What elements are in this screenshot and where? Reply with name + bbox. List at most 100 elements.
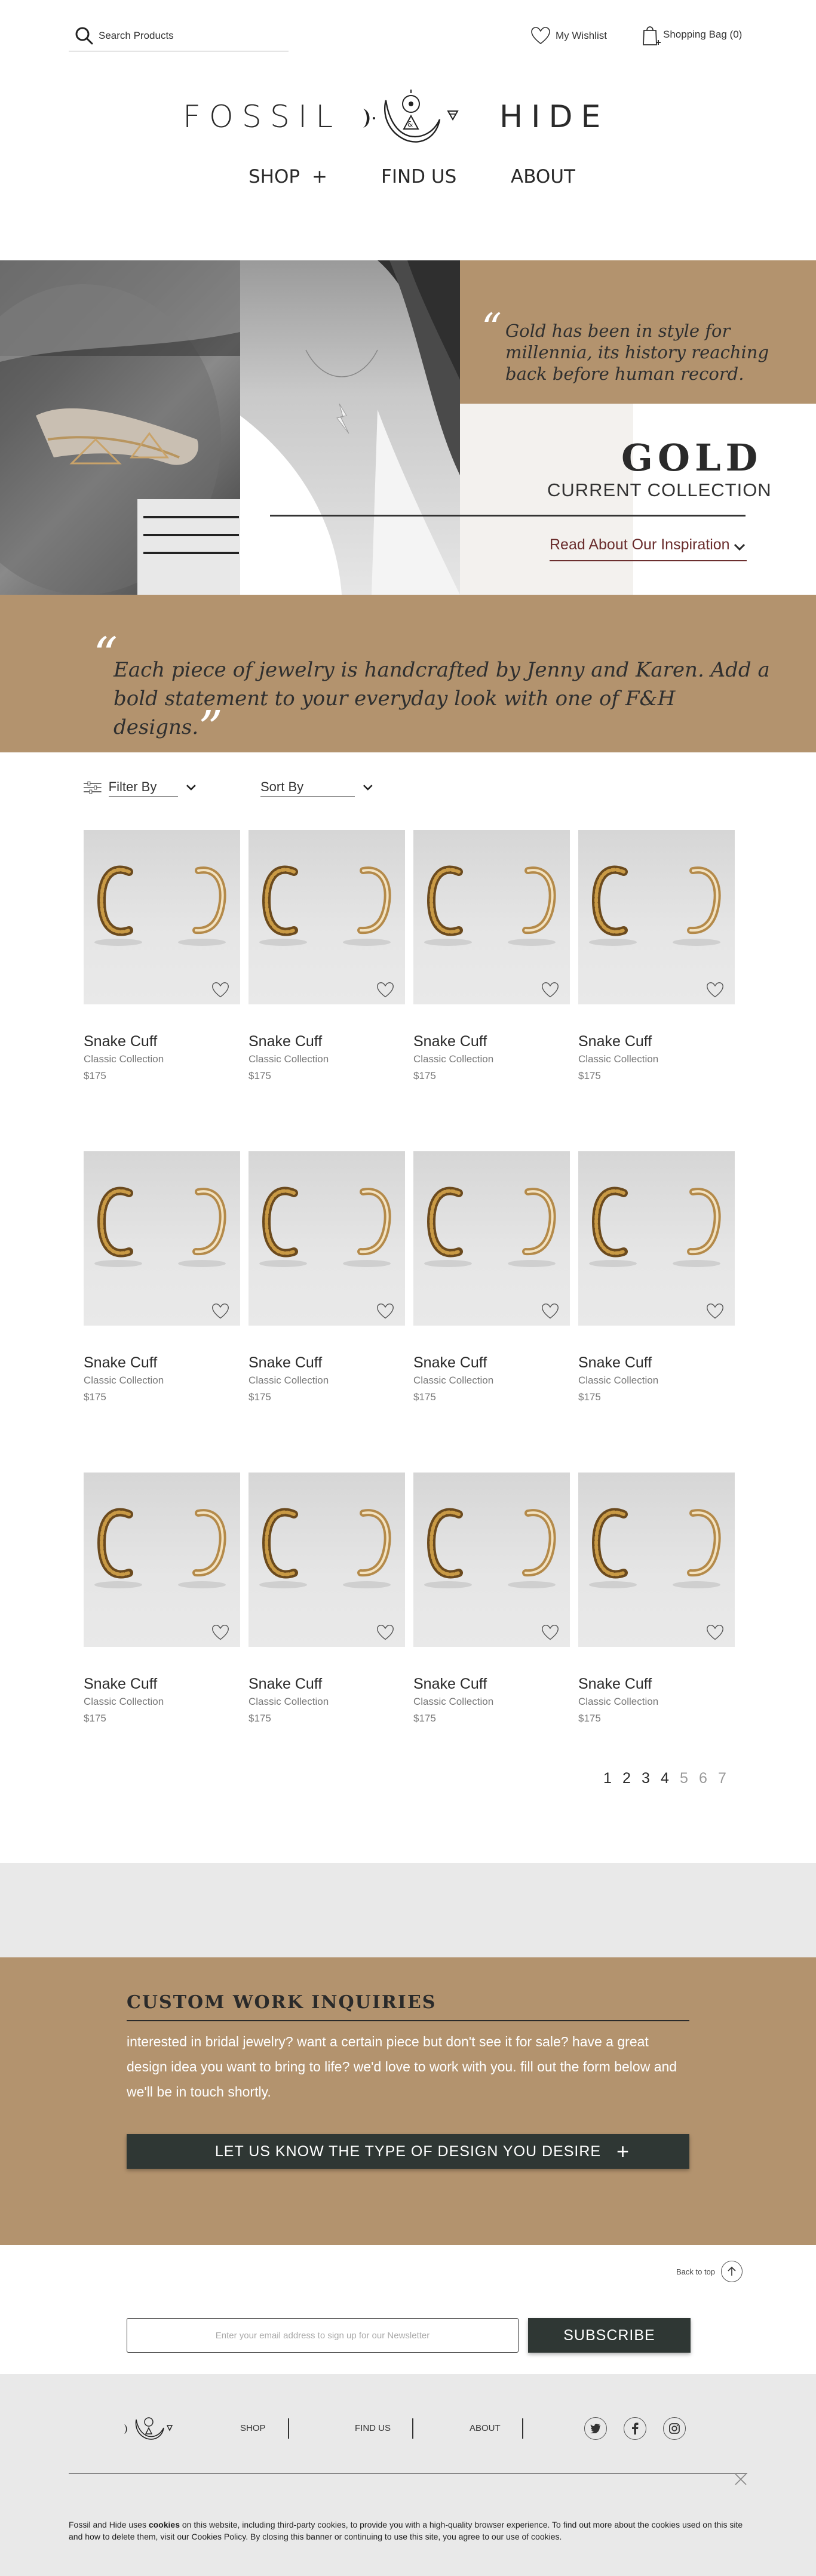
product-image[interactable] <box>413 1151 570 1326</box>
inspiration-link[interactable]: Read About Our Inspiration <box>550 536 747 561</box>
product-image[interactable] <box>84 830 240 1004</box>
heart-icon[interactable] <box>541 1303 559 1320</box>
heart-icon[interactable] <box>211 1624 229 1641</box>
product-image[interactable] <box>249 1473 405 1647</box>
nav-about[interactable]: ABOUT <box>511 166 575 187</box>
product-name[interactable]: Snake Cuff <box>84 1354 157 1372</box>
subscribe-button[interactable]: SUBSCRIBE <box>528 2318 691 2353</box>
logo-word-hide[interactable]: HIDE <box>499 99 609 135</box>
instagram-icon[interactable] <box>663 2417 686 2440</box>
search-bar <box>69 24 289 51</box>
twitter-icon[interactable] <box>584 2417 607 2440</box>
product-image[interactable] <box>413 1473 570 1647</box>
product-card[interactable]: Snake Cuff Classic Collection $175 <box>413 1473 570 1794</box>
product-price: $175 <box>413 1391 436 1403</box>
page-link-6[interactable]: 6 <box>698 1770 708 1787</box>
product-name[interactable]: Snake Cuff <box>84 1676 157 1693</box>
facebook-icon[interactable] <box>624 2417 646 2440</box>
heart-icon[interactable] <box>211 982 229 998</box>
product-card[interactable]: Snake Cuff Classic Collection $175 <box>249 830 405 1151</box>
product-name[interactable]: Snake Cuff <box>249 1033 322 1050</box>
product-name[interactable]: Snake Cuff <box>413 1354 487 1372</box>
snake-cuff-earrings-image <box>259 865 391 946</box>
product-image[interactable] <box>413 830 570 1004</box>
nav-shop[interactable]: SHOP + <box>249 166 327 187</box>
product-card[interactable]: Snake Cuff Classic Collection $175 <box>249 1473 405 1794</box>
cookies-policy-link[interactable]: cookies <box>149 2520 180 2529</box>
cookie-text-lead: Fossil and Hide uses <box>69 2520 149 2529</box>
heart-icon[interactable] <box>376 1624 394 1641</box>
hero-image-hand-rings-art <box>0 260 240 595</box>
footer-logo-icon[interactable] <box>122 2415 174 2445</box>
heart-icon[interactable] <box>211 1303 229 1320</box>
product-card[interactable]: Snake Cuff Classic Collection $175 <box>84 1151 240 1473</box>
page-link-3[interactable]: 3 <box>640 1770 651 1787</box>
product-image[interactable] <box>578 830 735 1004</box>
pagination: 1234567 <box>602 1770 728 1787</box>
heart-icon[interactable] <box>706 1303 724 1320</box>
product-image[interactable] <box>249 1151 405 1326</box>
nav-find-us[interactable]: FIND US <box>381 166 456 187</box>
back-to-top-label: Back to top <box>676 2267 716 2276</box>
footer-link-find-us[interactable]: FIND US <box>355 2423 391 2433</box>
page-link-2[interactable]: 2 <box>621 1770 632 1787</box>
product-card[interactable]: Snake Cuff Classic Collection $175 <box>413 1151 570 1473</box>
product-grid: Snake Cuff Classic Collection $175 Snake… <box>84 830 735 1794</box>
footer-link-shop[interactable]: SHOP <box>240 2423 266 2433</box>
product-image[interactable] <box>84 1473 240 1647</box>
product-image[interactable] <box>578 1473 735 1647</box>
heart-icon[interactable] <box>541 1624 559 1641</box>
back-to-top[interactable]: Back to top <box>676 2261 743 2282</box>
newsletter-email-input[interactable] <box>127 2318 519 2353</box>
product-image[interactable] <box>84 1151 240 1326</box>
product-card[interactable]: Snake Cuff Classic Collection $175 <box>413 830 570 1151</box>
wishlist-link[interactable]: My Wishlist <box>530 24 607 48</box>
page-link-5[interactable]: 5 <box>679 1770 689 1787</box>
logo-emblem-icon[interactable]: & <box>356 87 464 153</box>
product-card[interactable]: Snake Cuff Classic Collection $175 <box>84 830 240 1151</box>
sort-dropdown[interactable]: Sort By <box>260 777 374 798</box>
shopping-bag-link[interactable]: Shopping Bag (0) <box>640 21 742 48</box>
svg-text:&: & <box>407 120 413 128</box>
product-name[interactable]: Snake Cuff <box>249 1676 322 1693</box>
heart-icon[interactable] <box>541 982 559 998</box>
product-card[interactable]: Snake Cuff Classic Collection $175 <box>84 1473 240 1794</box>
shopping-bag-icon <box>643 26 661 45</box>
inspiration-label: Read About Our Inspiration <box>550 536 730 553</box>
product-collection: Classic Collection <box>578 1375 659 1386</box>
close-icon[interactable] <box>734 2472 748 2486</box>
page-link-7[interactable]: 7 <box>717 1770 728 1787</box>
product-name[interactable]: Snake Cuff <box>249 1354 322 1372</box>
product-price: $175 <box>578 1713 601 1724</box>
page-link-1[interactable]: 1 <box>602 1770 613 1787</box>
design-inquiry-button[interactable]: LET US KNOW THE TYPE OF DESIGN YOU DESIR… <box>127 2134 689 2169</box>
product-card[interactable]: Snake Cuff Classic Collection $175 <box>249 1151 405 1473</box>
product-price: $175 <box>578 1391 601 1403</box>
snake-cuff-earrings-image <box>589 865 721 946</box>
product-card[interactable]: Snake Cuff Classic Collection $175 <box>578 830 735 1151</box>
product-name[interactable]: Snake Cuff <box>413 1676 487 1693</box>
footer-link-about[interactable]: ABOUT <box>470 2423 501 2433</box>
heart-icon[interactable] <box>376 1303 394 1320</box>
heart-icon[interactable] <box>706 982 724 998</box>
page-link-4[interactable]: 4 <box>659 1770 670 1787</box>
product-image[interactable] <box>578 1151 735 1326</box>
product-image[interactable] <box>249 830 405 1004</box>
arrow-up-icon[interactable] <box>721 2261 743 2282</box>
filter-dropdown[interactable]: Filter By <box>84 777 197 798</box>
heart-icon[interactable] <box>706 1624 724 1641</box>
product-name[interactable]: Snake Cuff <box>578 1354 652 1372</box>
heart-icon[interactable] <box>376 982 394 998</box>
search-input[interactable] <box>99 29 278 43</box>
filter-label: Filter By <box>108 779 179 797</box>
product-name[interactable]: Snake Cuff <box>413 1033 487 1050</box>
search-icon[interactable] <box>75 26 94 45</box>
product-card[interactable]: Snake Cuff Classic Collection $175 <box>578 1151 735 1473</box>
gray-divider-band <box>0 1863 816 1957</box>
product-name[interactable]: Snake Cuff <box>578 1033 652 1050</box>
logo-word-fossil[interactable]: FOSSIL <box>183 99 341 135</box>
product-card[interactable]: Snake Cuff Classic Collection $175 <box>578 1473 735 1794</box>
design-inquiry-label: LET US KNOW THE TYPE OF DESIGN YOU DESIR… <box>214 2142 602 2160</box>
product-name[interactable]: Snake Cuff <box>578 1676 652 1693</box>
product-name[interactable]: Snake Cuff <box>84 1033 157 1050</box>
